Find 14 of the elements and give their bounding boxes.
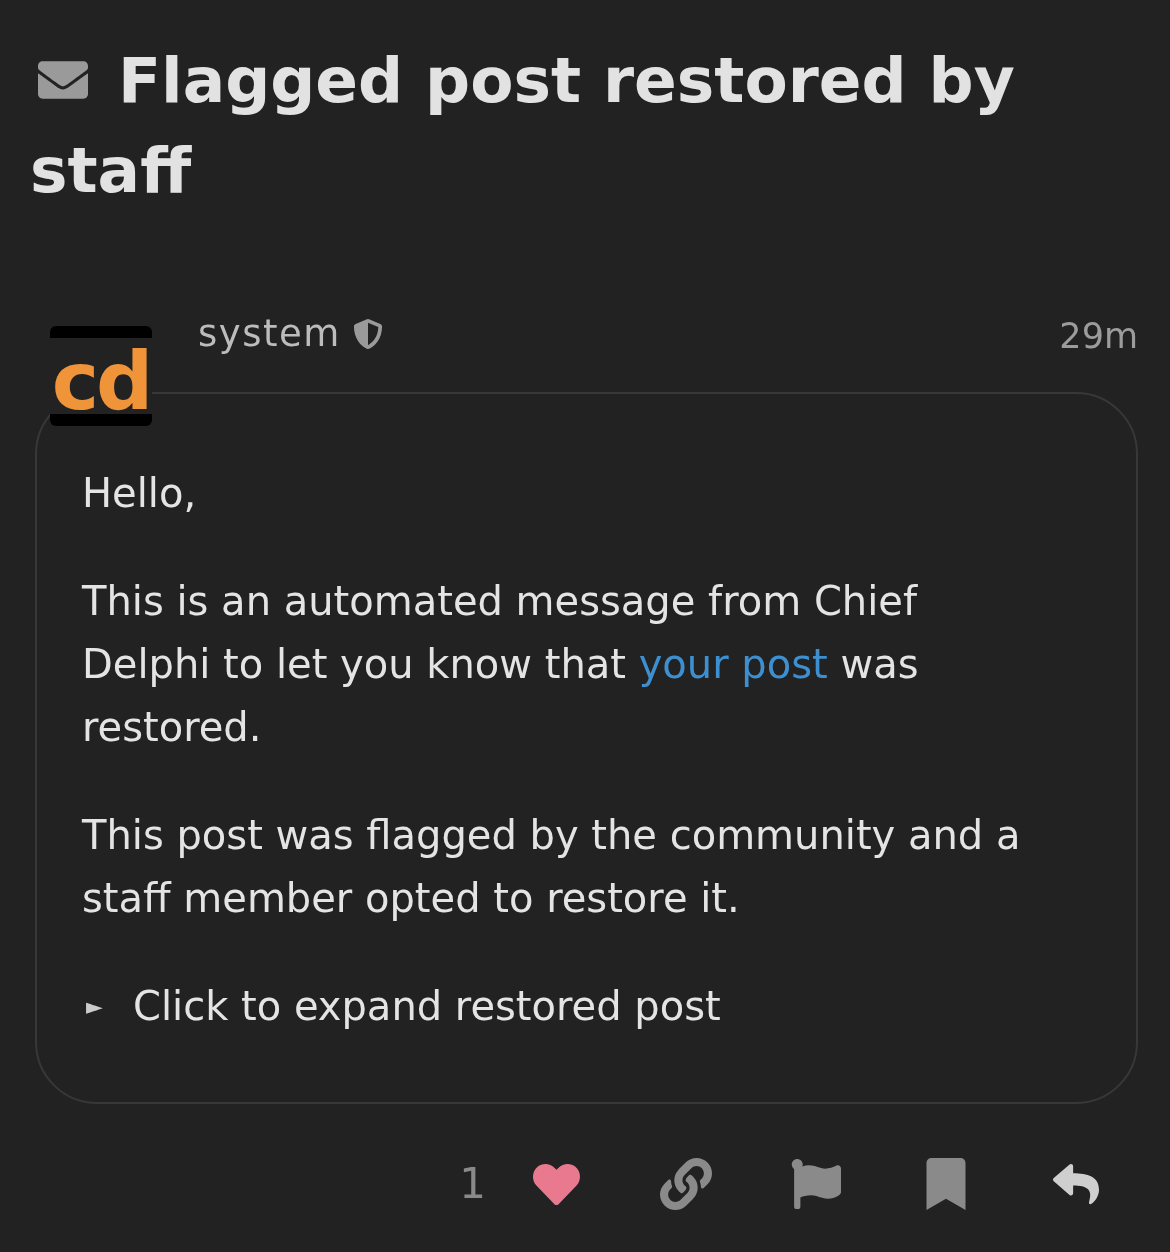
post-link[interactable]: your post: [638, 641, 828, 687]
message-paragraph: This post was flagged by the community and a staff member opted to restore it.: [82, 811, 1022, 923]
message-paragraph: Hello,: [82, 469, 198, 518]
link-icon: [660, 1158, 712, 1210]
reply-icon: [1050, 1161, 1102, 1207]
username[interactable]: system: [198, 312, 341, 356]
disclosure-triangle-icon: ►: [82, 995, 107, 1018]
like-button[interactable]: 1: [459, 1154, 621, 1214]
topic-title: Flagged post restored by staff: [30, 44, 1015, 207]
message-paragraph: This is an automated message from Chief Delphi to let you know that your post was restored.: [82, 577, 920, 752]
flag-icon: [790, 1159, 842, 1209]
expand-toggle[interactable]: ► Click to expand restored post: [82, 975, 721, 1038]
post-time[interactable]: 29m: [1059, 314, 1138, 358]
avatar[interactable]: cd: [50, 326, 152, 426]
